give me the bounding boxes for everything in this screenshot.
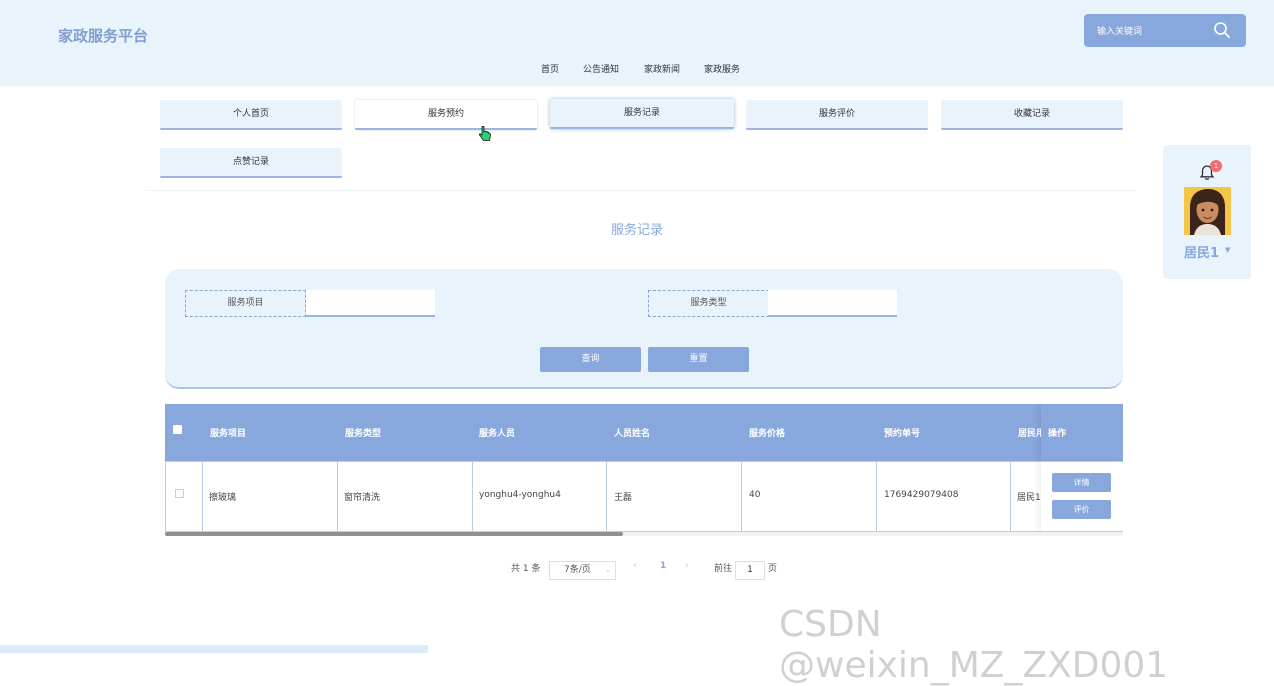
filter-label-service-type: 服务类型: [648, 290, 769, 317]
tab-service-reviews[interactable]: 服务评价: [746, 100, 928, 130]
records-table: 服务项目 服务类型 服务人员 人员姓名 服务价格 预约单号 居民用 擦玻璃 窗帘…: [165, 404, 1123, 532]
operation-cell: 详情 评价: [1041, 461, 1123, 532]
cell-resident: 居民1: [1017, 493, 1041, 503]
search-input[interactable]: 输入关键词: [1097, 24, 1142, 37]
watermark: CSDN @weixin_MZ_ZXD001: [779, 604, 1169, 686]
column-divider: [606, 461, 607, 532]
page-size-select[interactable]: 7条/页 ⌄: [549, 561, 616, 580]
tab-service-booking[interactable]: 服务预约: [355, 100, 537, 130]
page-title: 服务记录: [610, 223, 663, 238]
column-divider: [1010, 461, 1011, 532]
site-logo[interactable]: 家政服务平台: [58, 25, 148, 46]
column-header-staff-name[interactable]: 人员姓名: [614, 426, 650, 439]
section-divider: [146, 190, 1136, 191]
service-item-input[interactable]: [306, 290, 435, 317]
cell-service-item: 擦玻璃: [209, 493, 237, 503]
column-header-operation: 操作: [1048, 429, 1067, 439]
tab-favorites[interactable]: 收藏记录: [941, 100, 1123, 130]
pagination-total: 共 1 条: [511, 564, 541, 574]
cell-service-type: 窗帘清洗: [344, 493, 381, 503]
filter-label-service-item: 服务项目: [185, 290, 306, 317]
column-divider: [876, 461, 877, 532]
filter-panel: 服务项目 服务类型 查询 重置: [165, 269, 1123, 389]
search-box[interactable]: 输入关键词: [1084, 14, 1246, 47]
tab-likes[interactable]: 点赞记录: [160, 148, 342, 178]
goto-page-input[interactable]: 1: [735, 561, 765, 580]
operation-header: 操作: [1041, 404, 1123, 461]
user-name[interactable]: 居民1: [1184, 242, 1219, 261]
select-all-checkbox[interactable]: [173, 425, 182, 434]
user-panel: 1 居民1 ▼: [1163, 145, 1251, 279]
reset-button[interactable]: 重置: [648, 347, 749, 372]
page-number[interactable]: 1: [660, 561, 666, 581]
scrollbar-thumb[interactable]: [165, 532, 623, 536]
column-header-price[interactable]: 服务价格: [749, 426, 785, 439]
top-header: 家政服务平台 输入关键词 首页 公告通知 家政新闻 家政服务: [0, 0, 1274, 86]
nav-notices[interactable]: 公告通知: [583, 62, 619, 75]
query-button[interactable]: 查询: [540, 347, 641, 372]
prev-page-icon[interactable]: ‹: [633, 561, 637, 581]
tab-personal-home[interactable]: 个人首页: [160, 100, 342, 130]
row-checkbox[interactable]: [175, 489, 184, 498]
next-page-icon[interactable]: ›: [685, 561, 689, 581]
cell-staff: yonghu4-yonghu4: [479, 490, 561, 500]
cell-price: 40: [749, 490, 761, 500]
page-size-value: 7条/页: [564, 565, 591, 575]
column-header-order-no[interactable]: 预约单号: [884, 426, 920, 439]
review-button[interactable]: 评价: [1052, 500, 1111, 519]
cell-staff-name: 王磊: [614, 493, 633, 503]
search-icon[interactable]: [1213, 21, 1231, 39]
column-header-service-item[interactable]: 服务项目: [210, 426, 246, 439]
chevron-down-icon: ⌄: [605, 566, 611, 574]
table-header: 服务项目 服务类型 服务人员 人员姓名 服务价格 预约单号 居民用: [165, 404, 1123, 461]
bottom-strip: [0, 645, 428, 653]
notification-badge: 1: [1210, 160, 1222, 172]
column-header-service-type[interactable]: 服务类型: [345, 426, 381, 439]
column-divider: [472, 461, 473, 532]
tab-service-records[interactable]: 服务记录: [550, 99, 734, 129]
nav-services[interactable]: 家政服务: [704, 62, 740, 75]
page-suffix: 页: [768, 564, 778, 574]
detail-button[interactable]: 详情: [1052, 473, 1111, 492]
nav-home[interactable]: 首页: [541, 62, 559, 75]
service-type-input[interactable]: [768, 290, 897, 317]
column-header-staff[interactable]: 服务人员: [479, 426, 515, 439]
operation-column: 操作 详情 评价: [1041, 404, 1123, 532]
chevron-down-icon[interactable]: ▼: [1225, 246, 1230, 254]
table-row[interactable]: [165, 461, 1123, 532]
column-divider: [741, 461, 742, 532]
nav-news[interactable]: 家政新闻: [644, 62, 680, 75]
cell-order-no: 1769429079408: [884, 490, 959, 500]
column-divider: [202, 461, 203, 532]
hand-cursor-icon: [479, 126, 491, 141]
column-divider: [337, 461, 338, 532]
goto-label: 前往: [714, 564, 733, 574]
